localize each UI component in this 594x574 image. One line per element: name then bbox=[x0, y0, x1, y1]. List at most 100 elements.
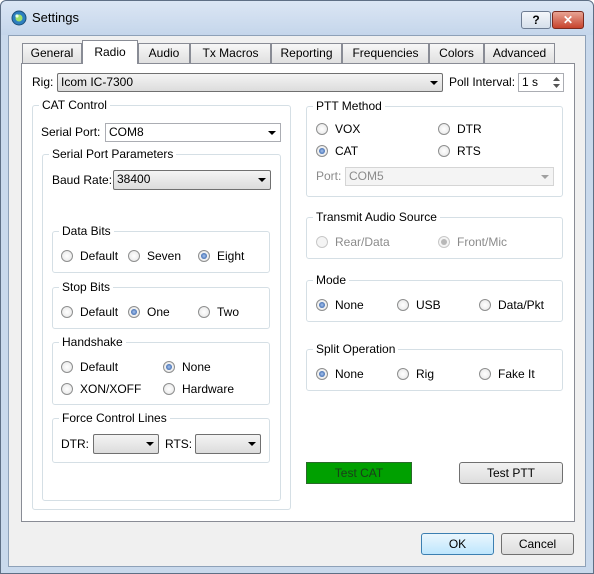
radio-label: Data/Pkt bbox=[498, 298, 545, 312]
handshake-hardware-radio[interactable]: Hardware bbox=[163, 381, 243, 397]
radio-circle-icon bbox=[61, 361, 73, 373]
handshake-title: Handshake bbox=[59, 335, 126, 349]
handshake-default-radio[interactable]: Default bbox=[61, 359, 131, 375]
radio-label: Eight bbox=[217, 249, 245, 263]
data-bits-default-radio[interactable]: Default bbox=[61, 248, 121, 264]
tab-tx-macros[interactable]: Tx Macros bbox=[190, 43, 271, 63]
radio-label: None bbox=[182, 360, 211, 374]
force-control-lines-group: Force Control Lines DTR: RTS: bbox=[52, 411, 270, 463]
ptt-rts-radio[interactable]: RTS bbox=[438, 143, 498, 159]
serial-port-select[interactable]: COM8 bbox=[105, 123, 281, 142]
cancel-button[interactable]: Cancel bbox=[501, 533, 574, 555]
radio-selected-icon bbox=[316, 145, 328, 157]
tab-reporting[interactable]: Reporting bbox=[271, 43, 342, 63]
settings-window: Settings ? ✕ General Radio Audio Tx Macr… bbox=[0, 0, 594, 574]
radio-selected-icon bbox=[438, 236, 450, 248]
spinner-arrows-icon bbox=[553, 77, 560, 88]
stop-bits-title: Stop Bits bbox=[59, 280, 114, 294]
mode-usb-radio[interactable]: USB bbox=[397, 297, 457, 313]
radio-label: XON/XOFF bbox=[80, 382, 142, 396]
test-ptt-button[interactable]: Test PTT bbox=[459, 462, 563, 484]
test-cat-button[interactable]: Test CAT bbox=[306, 462, 412, 484]
chevron-down-icon bbox=[541, 175, 549, 179]
radio-label: None bbox=[335, 298, 364, 312]
split-rig-radio[interactable]: Rig bbox=[397, 366, 457, 382]
serial-port-label: Serial Port: bbox=[41, 125, 101, 139]
tab-general[interactable]: General bbox=[22, 43, 82, 63]
radio-label: RTS bbox=[457, 144, 481, 158]
radio-circle-icon bbox=[163, 383, 175, 395]
vertical-divider bbox=[297, 101, 298, 516]
mode-data-pkt-radio[interactable]: Data/Pkt bbox=[479, 297, 554, 313]
ptt-cat-radio[interactable]: CAT bbox=[316, 143, 376, 159]
radio-circle-icon bbox=[61, 383, 73, 395]
poll-interval-label: Poll Interval: bbox=[449, 75, 516, 89]
radio-circle-icon bbox=[61, 250, 73, 262]
split-none-radio[interactable]: None bbox=[316, 366, 376, 382]
radio-tab-panel: Rig: Icom IC-7300 Poll Interval: 1 s CAT… bbox=[21, 63, 575, 522]
split-operation-title: Split Operation bbox=[313, 342, 399, 356]
ptt-port-value: COM5 bbox=[349, 169, 384, 183]
poll-interval-spinner[interactable]: 1 s bbox=[518, 73, 564, 92]
stop-bits-default-radio[interactable]: Default bbox=[61, 304, 121, 320]
rts-select[interactable] bbox=[195, 434, 261, 454]
mode-group: Mode None USB Data/Pkt bbox=[306, 273, 563, 322]
radio-label: None bbox=[335, 367, 364, 381]
radio-label: Fake It bbox=[498, 367, 535, 381]
stop-bits-group: Stop Bits Default One Two bbox=[52, 280, 270, 329]
handshake-group: Handshake Default None XON/XOFF Hardware bbox=[52, 335, 270, 405]
radio-selected-icon bbox=[128, 306, 140, 318]
tab-frequencies[interactable]: Frequencies bbox=[342, 43, 429, 63]
split-fake-it-radio[interactable]: Fake It bbox=[479, 366, 554, 382]
ok-button[interactable]: OK bbox=[421, 533, 494, 555]
serial-port-params-title: Serial Port Parameters bbox=[49, 147, 177, 161]
chevron-down-icon bbox=[268, 131, 276, 135]
mode-none-radio[interactable]: None bbox=[316, 297, 376, 313]
handshake-xonxoff-radio[interactable]: XON/XOFF bbox=[61, 381, 151, 397]
radio-label: Two bbox=[217, 305, 240, 319]
handshake-none-radio[interactable]: None bbox=[163, 359, 233, 375]
data-bits-eight-radio[interactable]: Eight bbox=[198, 248, 258, 264]
radio-label: Hardware bbox=[182, 382, 235, 396]
radio-circle-icon bbox=[479, 368, 491, 380]
help-icon: ? bbox=[532, 13, 540, 27]
data-bits-seven-radio[interactable]: Seven bbox=[128, 248, 188, 264]
transmit-audio-source-group: Transmit Audio Source Rear/Data Front/Mi… bbox=[306, 210, 563, 259]
tab-audio[interactable]: Audio bbox=[138, 43, 190, 63]
audio-front-mic-radio[interactable]: Front/Mic bbox=[438, 234, 528, 250]
tab-advanced[interactable]: Advanced bbox=[484, 43, 555, 63]
transmit-audio-source-title: Transmit Audio Source bbox=[313, 210, 440, 224]
dtr-label: DTR: bbox=[61, 437, 89, 451]
radio-label: Default bbox=[80, 249, 119, 263]
radio-label: DTR bbox=[457, 122, 482, 136]
help-button[interactable]: ? bbox=[521, 11, 551, 29]
radio-selected-icon bbox=[198, 250, 210, 262]
radio-circle-icon bbox=[479, 299, 491, 311]
close-button[interactable]: ✕ bbox=[552, 11, 584, 29]
radio-label: Seven bbox=[147, 249, 182, 263]
app-icon bbox=[11, 10, 27, 26]
ptt-port-select[interactable]: COM5 bbox=[345, 167, 554, 186]
cat-control-title: CAT Control bbox=[39, 98, 110, 112]
data-bits-title: Data Bits bbox=[59, 224, 114, 238]
baud-rate-value: 38400 bbox=[117, 172, 151, 186]
radio-label: Default bbox=[80, 305, 119, 319]
baud-rate-select[interactable]: 38400 bbox=[113, 170, 271, 190]
stop-bits-one-radio[interactable]: One bbox=[128, 304, 188, 320]
radio-label: VOX bbox=[335, 122, 361, 136]
radio-circle-icon bbox=[61, 306, 73, 318]
baud-rate-label: Baud Rate: bbox=[52, 173, 113, 187]
tab-colors[interactable]: Colors bbox=[429, 43, 484, 63]
dtr-select[interactable] bbox=[93, 434, 159, 454]
ptt-dtr-radio[interactable]: DTR bbox=[438, 121, 498, 137]
ptt-vox-radio[interactable]: VOX bbox=[316, 121, 376, 137]
radio-circle-icon bbox=[198, 306, 210, 318]
radio-label: Rear/Data bbox=[335, 235, 390, 249]
stop-bits-two-radio[interactable]: Two bbox=[198, 304, 258, 320]
radio-circle-icon bbox=[397, 368, 409, 380]
rig-select[interactable]: Icom IC-7300 bbox=[57, 73, 443, 92]
tab-radio[interactable]: Radio bbox=[82, 40, 138, 64]
audio-rear-data-radio[interactable]: Rear/Data bbox=[316, 234, 406, 250]
radio-label: Rig bbox=[416, 367, 435, 381]
force-control-lines-title: Force Control Lines bbox=[59, 411, 170, 425]
